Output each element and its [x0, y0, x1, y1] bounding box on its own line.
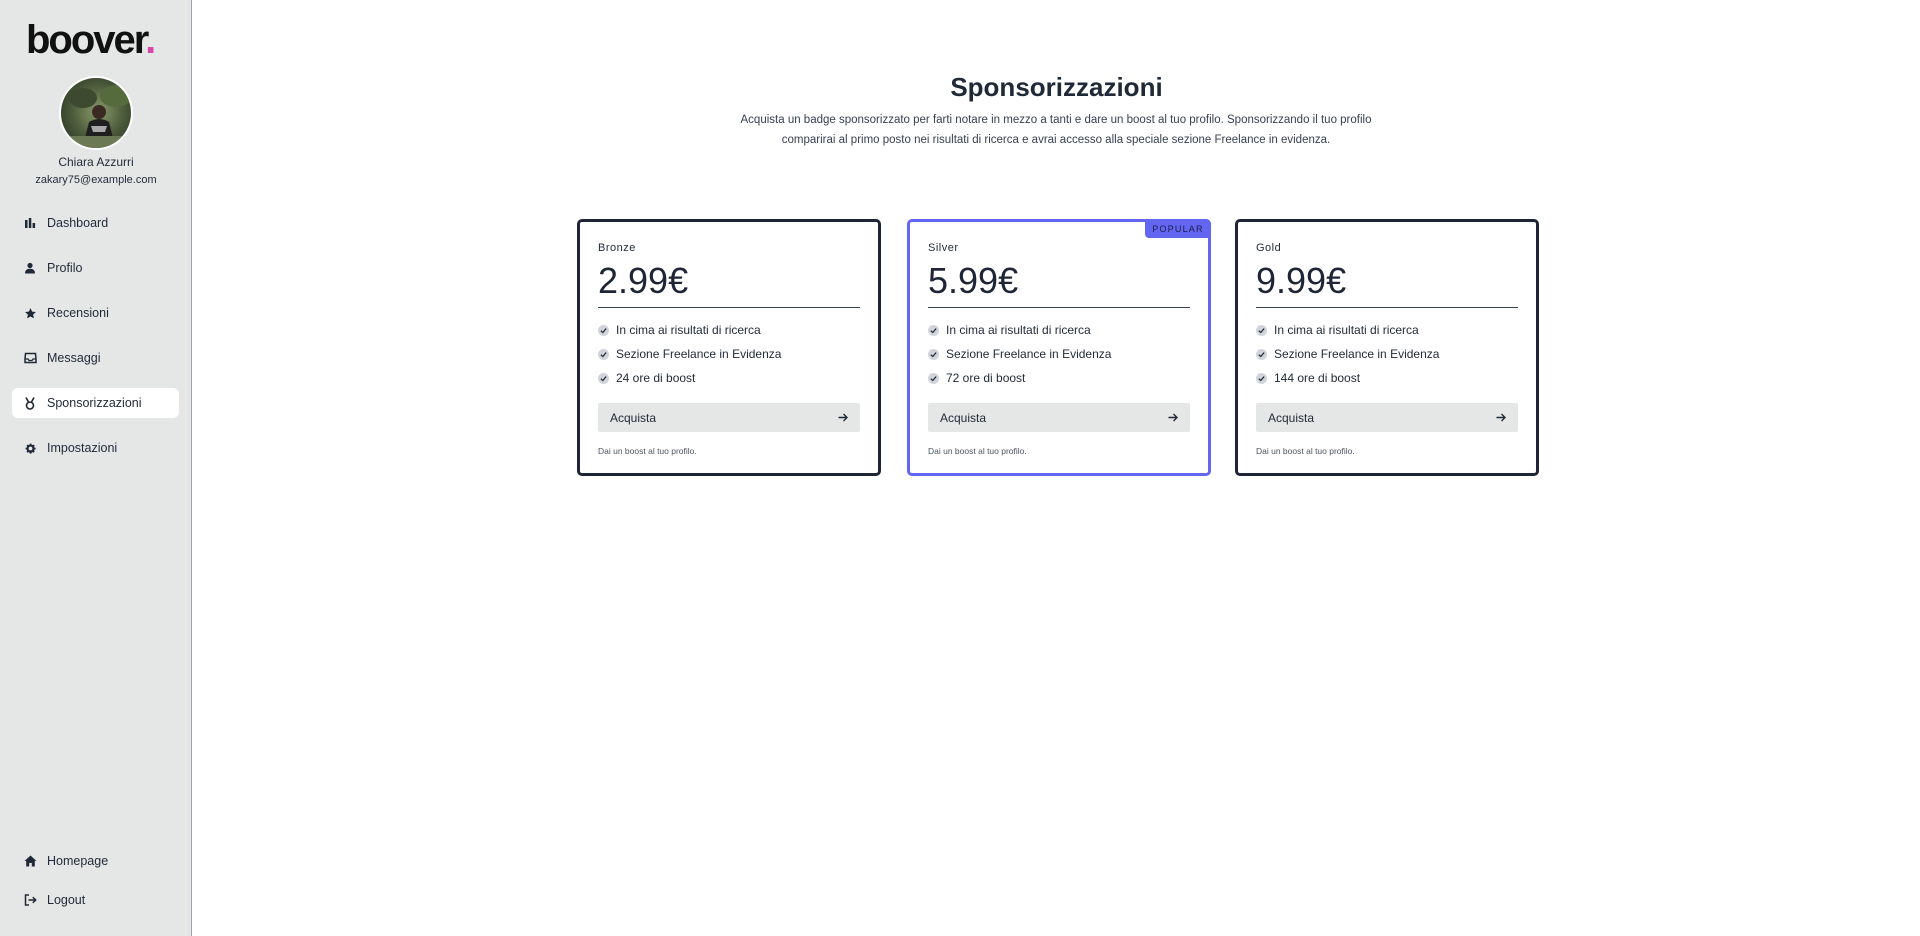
logout-icon: [23, 893, 37, 907]
plan-feature-text: In cima ai risultati di ricerca: [1274, 323, 1419, 337]
plan-name: Silver: [928, 242, 959, 254]
plan-feature: 72 ore di boost: [928, 371, 1025, 385]
check-icon: [1256, 348, 1267, 360]
plan-card-gold: Gold 9.99€ In cima ai risultati di ricer…: [1235, 219, 1539, 476]
plan-feature-text: In cima ai risultati di ricerca: [616, 323, 761, 337]
plan-feature-text: Sezione Freelance in Evidenza: [616, 347, 782, 361]
plan-feature-text: 72 ore di boost: [946, 371, 1026, 385]
plan-note: Dai un boost al tuo profilo.: [598, 446, 697, 456]
sidebar-item-label: Dashboard: [47, 216, 109, 230]
logo-dot: .: [145, 18, 156, 62]
plan-feature: Sezione Freelance in Evidenza: [1256, 347, 1439, 361]
buy-button-label: Acquista: [1268, 410, 1315, 425]
sidebar-item-recensioni[interactable]: Recensioni: [12, 298, 179, 328]
home-icon: [23, 854, 37, 868]
user-icon: [23, 261, 37, 275]
sidebar-item-label: Recensioni: [47, 306, 109, 320]
plan-feature: In cima ai risultati di ricerca: [1256, 323, 1419, 337]
divider: [1256, 307, 1518, 308]
star-icon: [23, 306, 37, 320]
plan-price: 2.99€: [598, 260, 689, 301]
plan-feature-text: 24 ore di boost: [616, 371, 696, 385]
buy-button-label: Acquista: [610, 410, 657, 425]
buy-button-label: Acquista: [940, 410, 987, 425]
sidebar-item-label: Profilo: [47, 261, 83, 275]
plan-price: 5.99€: [928, 260, 1019, 301]
divider: [598, 307, 860, 308]
user-name: Chiara Azzurri: [58, 155, 134, 169]
plan-name: Bronze: [598, 242, 636, 254]
gear-icon: [23, 441, 37, 455]
sidebar-item-label: Logout: [47, 893, 86, 907]
plan-card-silver: POPULAR Silver 5.99€ In cima ai risultat…: [907, 219, 1211, 476]
sidebar-item-dashboard[interactable]: Dashboard: [12, 208, 179, 238]
sidebar-item-homepage[interactable]: Homepage: [12, 846, 179, 876]
user-email: zakary75@example.com: [35, 174, 157, 186]
plan-feature-text: Sezione Freelance in Evidenza: [946, 347, 1112, 361]
plan-feature-text: In cima ai risultati di ricerca: [946, 323, 1091, 337]
plan-note: Dai un boost al tuo profilo.: [1256, 446, 1355, 456]
check-icon: [928, 372, 939, 384]
sidebar-item-sponsorizzazioni[interactable]: Sponsorizzazioni: [12, 388, 179, 418]
sidebar-item-profilo[interactable]: Profilo: [12, 253, 179, 283]
plan-feature: 24 ore di boost: [598, 371, 695, 385]
avatar: [59, 76, 133, 150]
logo-text: boover: [26, 18, 147, 62]
sidebar-item-label: Messaggi: [47, 351, 101, 365]
buy-button[interactable]: Acquista: [598, 403, 860, 432]
plan-note: Dai un boost al tuo profilo.: [928, 446, 1027, 456]
plan-price: 9.99€: [1256, 260, 1347, 301]
plan-feature: In cima ai risultati di ricerca: [598, 323, 761, 337]
check-icon: [1256, 372, 1267, 384]
sidebar-item-messaggi[interactable]: Messaggi: [12, 343, 179, 373]
buy-button[interactable]: Acquista: [928, 403, 1190, 432]
plan-feature: Sezione Freelance in Evidenza: [928, 347, 1111, 361]
plan-feature-text: Sezione Freelance in Evidenza: [1274, 347, 1440, 361]
buy-button[interactable]: Acquista: [1256, 403, 1518, 432]
plan-name: Gold: [1256, 242, 1282, 254]
check-icon: [928, 324, 939, 336]
check-icon: [598, 324, 609, 336]
arrow-right-icon: [1168, 411, 1178, 425]
sidebar-item-logout[interactable]: Logout: [12, 885, 179, 915]
sidebar: boover. Chiara Azzurri zakary75@example.…: [0, 0, 192, 936]
popular-badge: POPULAR: [1145, 219, 1211, 238]
check-icon: [598, 372, 609, 384]
page-title: Sponsorizzazioni: [950, 72, 1163, 102]
plan-feature: In cima ai risultati di ricerca: [928, 323, 1091, 337]
sidebar-item-label: Homepage: [47, 854, 109, 868]
sidebar-item-label: Impostazioni: [47, 441, 118, 455]
sidebar-item-impostazioni[interactable]: Impostazioni: [12, 433, 179, 463]
plan-feature: Sezione Freelance in Evidenza: [598, 347, 781, 361]
plan-card-bronze: Bronze 2.99€ In cima ai risultati di ric…: [577, 219, 881, 476]
arrow-right-icon: [1496, 411, 1506, 425]
divider: [928, 307, 1190, 308]
page-description: Acquista un badge sponsorizzato per fart…: [740, 114, 1372, 146]
check-icon: [598, 348, 609, 360]
check-icon: [928, 348, 939, 360]
inbox-icon: [23, 351, 37, 365]
medal-icon: [23, 396, 37, 410]
arrow-right-icon: [838, 411, 848, 425]
plan-feature-text: 144 ore di boost: [1274, 371, 1361, 385]
logo[interactable]: boover.: [26, 18, 156, 63]
check-icon: [1256, 324, 1267, 336]
chart-bar-icon: [23, 216, 37, 230]
plan-feature: 144 ore di boost: [1256, 371, 1360, 385]
sidebar-item-label: Sponsorizzazioni: [47, 396, 142, 410]
